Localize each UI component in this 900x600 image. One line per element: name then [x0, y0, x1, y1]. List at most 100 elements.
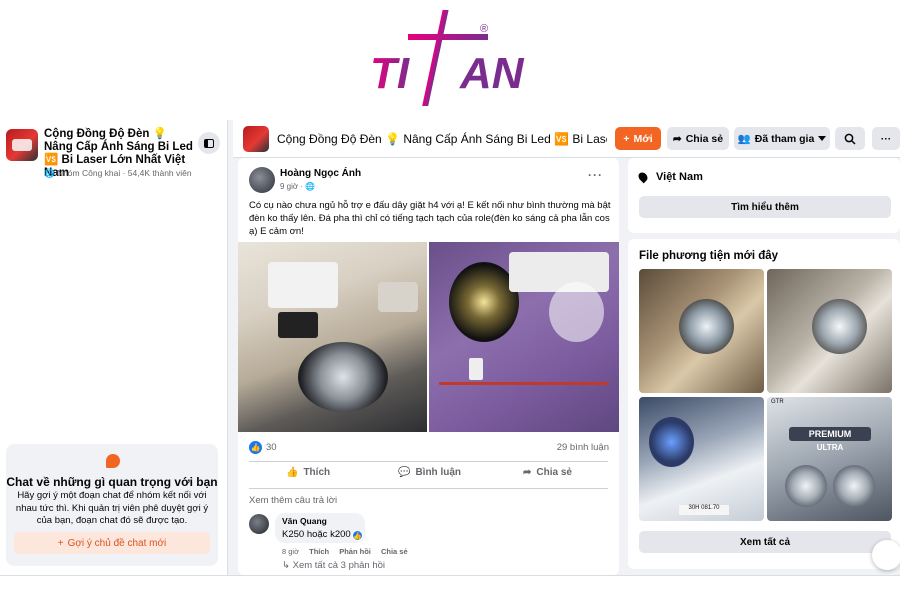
comment-label: Bình luận — [415, 467, 462, 478]
comment-count[interactable]: 29 bình luận — [557, 442, 609, 453]
recent-media-card: File phương tiện mới đây 30H 081.70 PREM… — [628, 239, 900, 569]
projector-lens — [785, 465, 827, 507]
headlight-lens — [679, 299, 734, 354]
media-thumbnail[interactable] — [767, 269, 892, 393]
group-post: Hoàng Ngọc Ánh 9 giờ · 🌐 ··· Có cụ nào c… — [238, 158, 619, 575]
like-reaction-icon: 👍 — [249, 441, 262, 454]
comment-text: K250 hoặc k200 — [282, 529, 351, 540]
share-group-button[interactable]: ➦ Chia sẻ — [667, 127, 729, 150]
group-meta: 🌐 Nhóm Công khai · 54,4K thành viên — [44, 168, 192, 178]
post-image-wiring[interactable] — [429, 242, 619, 432]
accessory-bag — [378, 282, 418, 312]
post-author[interactable]: Hoàng Ngọc Ánh — [280, 168, 361, 179]
thumbs-up-icon: 👍 — [286, 467, 299, 478]
comment-button[interactable]: 💬 Bình luận — [398, 467, 461, 478]
comment-time[interactable]: 8 giờ — [282, 547, 299, 556]
headlight-lens — [812, 299, 867, 354]
plus-icon: + — [57, 537, 64, 549]
suggest-chat-label: Gợi ý chủ đề chat mới — [67, 537, 167, 549]
panel-icon — [204, 138, 214, 148]
chat-suggestion-card: Chat về những gì quan trọng với bạn Hãy … — [6, 444, 218, 566]
comment-share-link[interactable]: Chia sẻ — [381, 547, 408, 556]
comment-like-link[interactable]: Thích — [309, 547, 329, 556]
post-timestamp[interactable]: 9 giờ · 🌐 — [280, 182, 315, 191]
logo-text: TI — [370, 49, 410, 98]
reactions-row: 👍 30 29 bình luận — [249, 441, 609, 455]
search-icon — [844, 133, 856, 145]
search-button[interactable] — [835, 127, 865, 150]
comment-meta: 8 giờ Thích Phản hồi Chia sẻ — [282, 547, 408, 556]
joined-dropdown-button[interactable]: 👥 Đã tham gia — [734, 127, 830, 150]
facebook-group-page: Cộng Đồng Độ Đèn 💡 Nâng Cấp Ánh Sáng Bi … — [0, 120, 900, 575]
commenter-avatar[interactable] — [249, 514, 269, 534]
recent-media-title: File phương tiện mới đây — [639, 250, 779, 262]
post-actions: 👍 Thích 💬 Bình luận ➦ Chia sẻ — [238, 463, 619, 487]
learn-more-button[interactable]: Tìm hiểu thêm — [639, 196, 891, 218]
media-thumbnail[interactable] — [639, 269, 764, 393]
bottom-bar — [0, 575, 900, 600]
share-arrow-icon: ➦ — [672, 132, 682, 145]
left-sidebar: Cộng Đồng Độ Đèn 💡 Nâng Cấp Ánh Sáng Bi … — [0, 120, 228, 575]
product-box — [509, 252, 609, 292]
comment-like-icon: 👍 — [352, 530, 363, 541]
share-label: Chia sẻ — [536, 467, 572, 478]
ballast-unit — [278, 312, 318, 338]
media-thumbnail[interactable]: 30H 081.70 — [639, 397, 764, 521]
more-icon: ··· — [880, 132, 892, 145]
media-thumbnail[interactable]: PREMIUM ULTRA GTR — [767, 397, 892, 521]
product-box — [268, 262, 338, 308]
see-all-button[interactable]: Xem tất cả — [639, 531, 891, 553]
group-members-icon: 👥 — [737, 133, 751, 145]
chat-card-title: Chat về những gì quan trọng với bạn — [6, 475, 218, 489]
header-group-title[interactable]: Cộng Đồng Độ Đèn 💡 Nâng Cấp Ánh Sáng Bi … — [277, 132, 607, 146]
comment-reply-link[interactable]: Phản hồi — [339, 547, 371, 556]
divider — [249, 488, 608, 489]
projector-lens — [298, 342, 388, 412]
joined-label: Đã tham gia — [754, 132, 815, 145]
svg-text:®: ® — [480, 23, 488, 35]
avatar[interactable] — [249, 167, 275, 193]
view-replies-link[interactable]: ↳ Xem tất cả 3 phản hồi — [282, 560, 385, 571]
license-plate: 30H 081.70 — [679, 505, 729, 515]
chat-bubble-icon — [106, 454, 120, 468]
like-button[interactable]: 👍 Thích — [286, 467, 330, 478]
post-image-headlight-kit[interactable] — [238, 242, 427, 432]
wire — [439, 382, 609, 385]
new-message-button[interactable] — [872, 540, 900, 570]
new-post-button[interactable]: + Mới — [615, 127, 661, 150]
more-answers-link[interactable]: Xem thêm câu trả lời — [249, 495, 337, 506]
titan-logo-mark: TI AN ® — [370, 10, 525, 106]
group-header: Cộng Đồng Độ Đèn 💡 Nâng Cấp Ánh Sáng Bi … — [233, 120, 900, 158]
new-post-label: Mới — [633, 132, 653, 145]
view-replies-label: Xem tất cả 3 phản hồi — [292, 560, 386, 571]
commenter-name[interactable]: Văn Quang — [282, 516, 327, 526]
share-arrow-icon: ➦ — [523, 467, 532, 478]
logo-banner: TI AN ® — [0, 0, 900, 120]
gtr-label: GTR — [771, 399, 784, 405]
group-thumbnail[interactable] — [6, 129, 38, 161]
suggest-chat-button[interactable]: + Gợi ý chủ đề chat mới — [14, 532, 210, 554]
share-button[interactable]: ➦ Chia sẻ — [523, 467, 572, 478]
post-more-button[interactable]: ··· — [588, 168, 603, 182]
share-label: Chia sẻ — [685, 132, 724, 145]
chat-card-description: Hãy gợi ý một đoạn chat để nhóm kết nối … — [15, 490, 209, 526]
header-group-thumbnail[interactable] — [243, 126, 269, 152]
reaction-count[interactable]: 30 — [266, 442, 277, 453]
ultra-label: ULTRA — [816, 443, 844, 452]
titan-logo: TI AN ® — [368, 8, 538, 112]
like-label: Thích — [303, 467, 331, 478]
post-text: Có cụ nào chưa ngủ hỗ trợ e đấu dây giặt… — [249, 200, 611, 237]
plus-icon: + — [623, 132, 630, 145]
comment-icon: 💬 — [398, 467, 411, 478]
svg-text:AN: AN — [459, 49, 525, 98]
bi-led-module — [649, 417, 694, 467]
premium-label: PREMIUM — [789, 427, 871, 441]
plastic-bag — [549, 282, 604, 342]
sidebar-toggle-button[interactable] — [198, 132, 220, 154]
projector-lens — [833, 465, 875, 507]
h4-connector — [469, 358, 483, 380]
more-options-button[interactable]: ··· — [872, 127, 900, 150]
divider — [249, 461, 608, 462]
location-text: Việt Nam — [656, 171, 703, 183]
chevron-down-icon — [818, 136, 827, 141]
